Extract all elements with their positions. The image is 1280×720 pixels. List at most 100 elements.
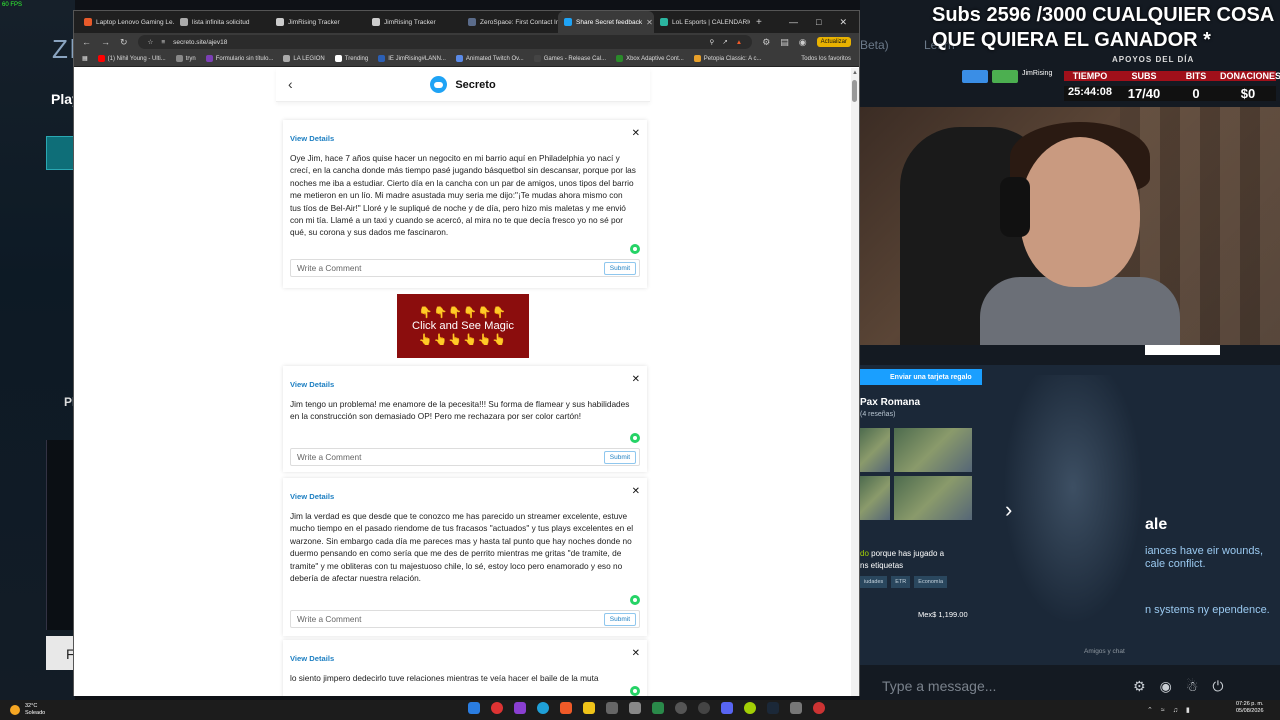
app-icon[interactable]	[606, 702, 618, 714]
view-details-link[interactable]: View Details	[290, 492, 334, 501]
comment-input[interactable]	[291, 263, 604, 273]
reload-icon[interactable]: ↻	[120, 37, 128, 48]
close-icon[interactable]: ✕	[632, 486, 640, 497]
submit-button[interactable]: Submit	[603, 612, 636, 626]
maximize-icon[interactable]: □	[816, 17, 821, 28]
start-icon[interactable]	[468, 702, 480, 714]
browser-tab[interactable]: Share Secret feedback ✕	[558, 11, 654, 33]
app-icon[interactable]	[813, 702, 825, 714]
close-tab-icon[interactable]: ✕	[646, 18, 653, 27]
discord-icon[interactable]: ◉	[1160, 678, 1172, 695]
back-arrow-icon[interactable]: ‹	[288, 76, 293, 92]
friends-chat-button[interactable]: Amigos y chat	[1084, 648, 1125, 655]
wallet-icon[interactable]: ◉	[799, 37, 807, 48]
comment-input[interactable]	[291, 614, 604, 624]
app-icon[interactable]	[744, 702, 756, 714]
scroll-up-icon[interactable]: ▲	[852, 70, 858, 76]
share-icon[interactable]: ↗	[722, 38, 727, 46]
url-field[interactable]: ☆ ≡ secreto.site/ajev18 ⚲ ↗ ▲	[137, 35, 753, 49]
clock[interactable]: 07:26 p. m. 05/08/2026	[1236, 701, 1264, 715]
close-icon[interactable]: ✕	[632, 648, 640, 659]
site-info-icon[interactable]: ≡	[161, 39, 165, 46]
new-tab-button[interactable]: +	[750, 17, 768, 28]
browser-tab[interactable]: ZeroSpace: First Contact In...	[462, 11, 558, 33]
gift-card-button[interactable]: Enviar una tarjeta regalo	[860, 369, 982, 385]
bookmark-item[interactable]: IE JimRising#LANN...	[378, 55, 446, 62]
view-details-link[interactable]: View Details	[290, 654, 334, 663]
zoom-icon[interactable]: ⚲	[710, 38, 715, 46]
app-icon[interactable]	[652, 702, 664, 714]
minimize-icon[interactable]: —	[789, 17, 798, 28]
view-details-link[interactable]: View Details	[290, 380, 334, 389]
game-screenshot[interactable]	[860, 476, 890, 520]
bookmark-item[interactable]: Xbox Adaptive Cont...	[616, 55, 684, 62]
bookmark-item[interactable]: Games - Release Cal...	[533, 55, 606, 62]
edge-icon[interactable]	[537, 702, 549, 714]
bot-icon[interactable]: ☃	[1186, 678, 1199, 695]
game-screenshot[interactable]	[894, 476, 972, 520]
extensions-icon[interactable]: ⚙	[762, 37, 770, 48]
tray-chevron-icon[interactable]: ⌃	[1147, 706, 1153, 714]
game-title[interactable]: Pax Romana	[860, 397, 920, 408]
battery-icon[interactable]: ▮	[1186, 706, 1190, 714]
close-icon[interactable]: ✕	[632, 128, 640, 139]
scrollbar-thumb[interactable]	[852, 80, 857, 102]
all-bookmarks-folder[interactable]: Todos los favoritos	[801, 56, 851, 62]
whatsapp-icon[interactable]	[630, 595, 640, 605]
view-details-link[interactable]: View Details	[290, 134, 334, 143]
brave-shield-icon[interactable]: ▲	[736, 39, 742, 46]
game-screenshot[interactable]	[894, 428, 972, 472]
whatsapp-icon[interactable]	[630, 244, 640, 254]
page-scrollbar[interactable]: ▲	[851, 68, 859, 696]
bookmark-item[interactable]: tryn	[175, 55, 196, 62]
url-text[interactable]: secreto.site/ajev18	[173, 39, 227, 46]
apps-icon[interactable]: ▦	[82, 55, 88, 62]
app-icon[interactable]	[491, 702, 503, 714]
bookmark-item[interactable]: Petopia Classic: A c...	[693, 55, 762, 62]
steam-icon[interactable]	[767, 702, 779, 714]
game-screenshot[interactable]	[860, 428, 890, 472]
browser-tab[interactable]: lista infinita solicitud	[174, 11, 270, 33]
browser-tab[interactable]: LoL Esports | CALENDARIO	[654, 11, 750, 33]
volume-icon[interactable]: ♫	[1173, 707, 1178, 714]
bookmark-star-icon[interactable]: ☆	[148, 38, 154, 46]
browser-tab[interactable]: JimRising Tracker	[366, 11, 462, 33]
channel-name: JimRising	[1022, 70, 1053, 77]
discord-taskbar-icon[interactable]	[721, 702, 733, 714]
app-icon[interactable]	[790, 702, 802, 714]
comment-input[interactable]	[291, 452, 604, 462]
close-icon[interactable]: ✕	[632, 374, 640, 385]
game-tag[interactable]: Economía	[914, 576, 948, 588]
submit-button[interactable]: Submit	[603, 450, 636, 464]
bookmark-item[interactable]: Formulario sin título...	[205, 55, 273, 62]
bookmark-item[interactable]: Animated Twitch Ov...	[455, 55, 524, 62]
power-icon[interactable]: ⏻	[1212, 678, 1223, 695]
back-nav-icon[interactable]: ←	[82, 37, 91, 47]
bookmark-item[interactable]: Trending	[334, 55, 368, 62]
app-icon[interactable]	[675, 702, 687, 714]
chat-input[interactable]: Type a message...	[870, 672, 1130, 700]
game-tag[interactable]: iudades	[860, 576, 888, 588]
app-icon[interactable]	[629, 702, 641, 714]
explorer-icon[interactable]	[583, 702, 595, 714]
brave-icon[interactable]	[560, 702, 572, 714]
bookmark-item[interactable]: LA LEGION	[283, 55, 325, 62]
bookmark-item[interactable]: (1) Nihil Young - Ulti...	[97, 55, 166, 62]
carousel-next-icon[interactable]: ›	[1005, 497, 1012, 523]
sidebar-icon[interactable]: ▤	[780, 37, 789, 48]
whatsapp-icon[interactable]	[630, 686, 640, 696]
close-window-icon[interactable]: ✕	[839, 17, 847, 28]
browser-tab[interactable]: JimRising Tracker	[270, 11, 366, 33]
settings-icon[interactable]: ⚙	[1133, 678, 1146, 695]
app-icon[interactable]	[698, 702, 710, 714]
app-icon[interactable]	[514, 702, 526, 714]
update-button[interactable]: Actualizar	[816, 37, 851, 47]
whatsapp-icon[interactable]	[630, 433, 640, 443]
weather-widget[interactable]: 32°C Soleado	[10, 700, 45, 720]
click-magic-ad[interactable]: 👇👇👇👇👇👇 Click and See Magic 👆👆👆👆👆👆	[397, 294, 529, 358]
wifi-icon[interactable]: ≈	[1161, 707, 1165, 714]
forward-nav-icon[interactable]: →	[101, 37, 110, 47]
game-tag[interactable]: ETR	[891, 576, 911, 588]
submit-button[interactable]: Submit	[603, 261, 636, 275]
browser-tab[interactable]: Laptop Lenovo Gaming Le...	[78, 11, 174, 33]
